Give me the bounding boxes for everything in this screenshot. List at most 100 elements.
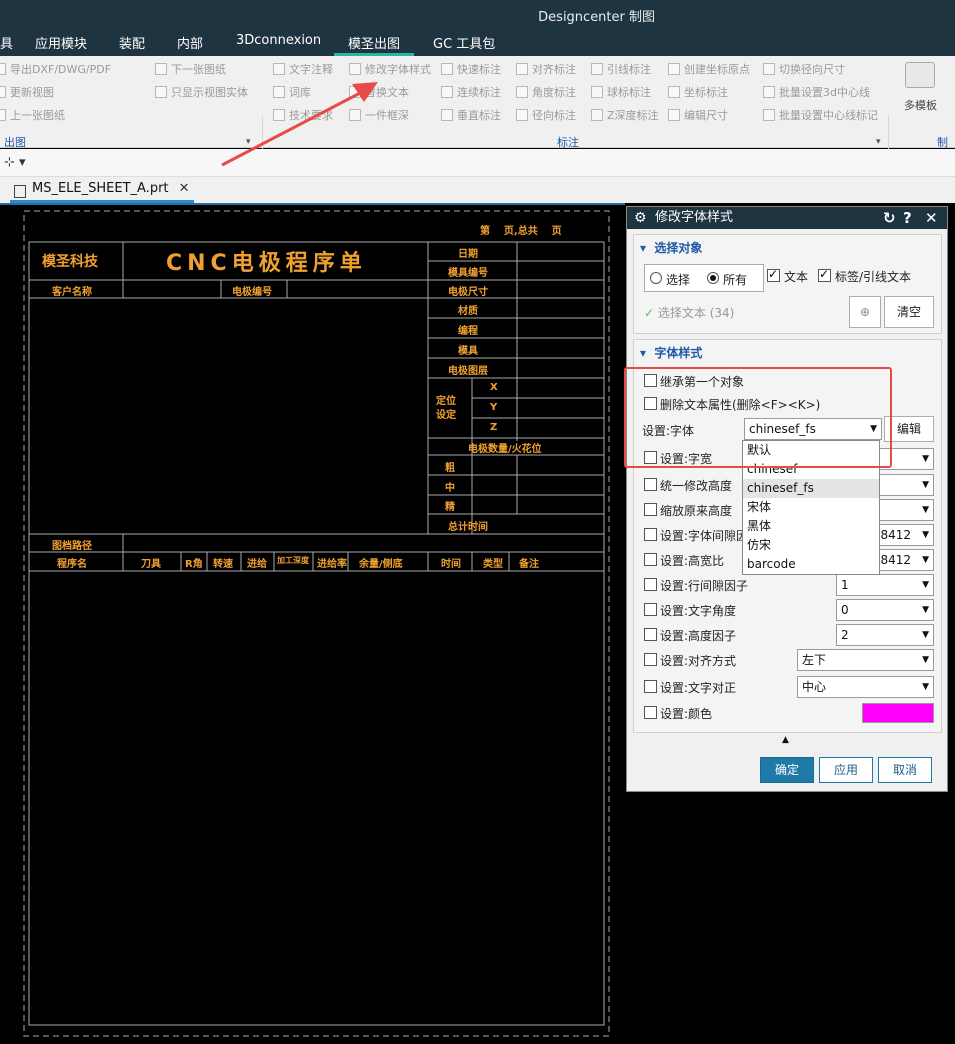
clear-button[interactable]: 清空	[884, 296, 934, 328]
reset-icon[interactable]: ↻	[883, 207, 896, 229]
aligned-icon	[516, 63, 528, 75]
drawing-canvas[interactable]: 第 页,总共 页 模圣科技 CNC电极程序单 客户名称 电极编号 日期 模具编号…	[0, 203, 625, 1042]
table-header-cell: 时间	[441, 559, 461, 570]
cancel-button[interactable]: 取消	[878, 757, 932, 783]
checkbox-inherit[interactable]	[644, 374, 657, 387]
font-style-header[interactable]: ▾ 字体样式	[640, 344, 702, 361]
checkbox-alignment[interactable]	[644, 653, 657, 666]
replace-text-button[interactable]: 替换文本	[349, 85, 409, 101]
font-option-songti[interactable]: 宋体	[743, 498, 879, 517]
aligned-dimension-button[interactable]: 对齐标注	[516, 62, 576, 78]
ok-button[interactable]: 确定	[760, 757, 814, 783]
tab-application[interactable]: 应用模块	[35, 33, 87, 56]
lexicon-button[interactable]: 词库	[273, 85, 311, 101]
close-tab-icon[interactable]: ✕	[179, 181, 190, 196]
color-swatch[interactable]	[862, 703, 934, 723]
font-style-icon	[349, 63, 361, 75]
show-view-entities-button[interactable]: 只显示视图实体	[155, 85, 248, 101]
batch-centerline-mark-button[interactable]: 批量设置中心线标记	[763, 108, 878, 124]
batch-3d-centerline-button[interactable]: 批量设置3d中心线	[763, 85, 870, 101]
checkbox-scale-height[interactable]	[644, 503, 657, 516]
checkbox-uniform-height[interactable]	[644, 478, 657, 491]
checkbox-height-factor[interactable]	[644, 628, 657, 641]
modify-font-style-button[interactable]: 修改字体样式	[349, 62, 431, 78]
font-label: 设置:字体	[642, 424, 695, 438]
tab-internal[interactable]: 内部	[177, 33, 203, 56]
tab-tools[interactable]: 具	[0, 33, 13, 56]
select-object-header[interactable]: ▾ 选择对象	[640, 239, 702, 256]
collapse-icon[interactable]: ▲	[782, 735, 789, 745]
crosshair-button[interactable]: ⊕	[849, 296, 881, 328]
alignment-select[interactable]: 左下 ▼	[797, 649, 934, 671]
checkbox-delete-attr[interactable]	[644, 397, 657, 410]
tech-requirements-button[interactable]: 技术要求	[273, 108, 333, 124]
font-option-fangsong[interactable]: 仿宋	[743, 536, 879, 555]
font-select[interactable]: chinesef_fs ▼	[744, 418, 882, 440]
check-icon: ✓	[644, 306, 655, 320]
font-option-heiti[interactable]: 黑体	[743, 517, 879, 536]
view-icon	[155, 86, 167, 98]
checkbox-justify[interactable]	[644, 680, 657, 693]
group-expand-icon-left[interactable]: ▾	[246, 134, 251, 150]
checkbox-aspect-ratio[interactable]	[644, 553, 657, 566]
angle-dimension-button[interactable]: 角度标注	[516, 85, 576, 101]
height-factor-input[interactable]: 2 ▼	[836, 624, 934, 646]
export-dxf-button[interactable]: 导出DXF/DWG/PDF	[0, 62, 111, 78]
balloon-button[interactable]: 球标标注	[591, 85, 651, 101]
coordinate-icon	[668, 86, 680, 98]
tab-3dconnexion[interactable]: 3Dconnexion	[236, 33, 321, 56]
checkbox-char-gap[interactable]	[644, 528, 657, 541]
spark-fine: 精	[445, 502, 455, 513]
multi-template-button[interactable]: 多模板	[904, 98, 937, 114]
radial-dimension-button[interactable]: 径向标注	[516, 108, 576, 124]
snap-icon[interactable]: ⊹ ▾	[4, 155, 26, 170]
font-option-chinesef[interactable]: chinesef	[743, 460, 879, 479]
checkbox-text-angle[interactable]	[644, 603, 657, 616]
checkbox-color[interactable]	[644, 706, 657, 719]
radio-select[interactable]	[650, 272, 662, 284]
next-sheet-button[interactable]: 下一张图纸	[155, 62, 226, 78]
row-electrode-size: 电极尺寸	[448, 287, 488, 298]
tab-assembly[interactable]: 装配	[119, 33, 145, 56]
line-gap-input[interactable]: 1 ▼	[836, 574, 934, 596]
text-angle-input[interactable]: 0 ▼	[836, 599, 934, 621]
radio-all[interactable]	[707, 272, 719, 284]
checkbox-label-leader[interactable]	[818, 267, 831, 282]
font-option-barcode[interactable]: barcode	[743, 555, 879, 574]
tab-mosheng-drawing[interactable]: 模圣出图	[334, 33, 415, 56]
row-material: 材质	[458, 306, 478, 317]
vertical-dimension-button[interactable]: 垂直标注	[441, 108, 501, 124]
edit-button[interactable]: 编辑	[884, 416, 934, 442]
tab-gc-toolkit[interactable]: GC 工具包	[433, 33, 495, 56]
replace-icon	[349, 86, 361, 98]
justify-select[interactable]: 中心 ▼	[797, 676, 934, 698]
balloon-icon	[591, 86, 603, 98]
select-text-button[interactable]: ✓ 选择文本 (34)	[644, 304, 734, 321]
group-expand-icon[interactable]: ▾	[876, 134, 881, 150]
file-tab[interactable]: MS_ELE_SHEET_A.prt ✕	[10, 179, 194, 203]
z-depth-dimension-button[interactable]: Z深度标注	[591, 108, 659, 124]
close-icon[interactable]: ✕	[925, 207, 938, 229]
apply-button[interactable]: 应用	[819, 757, 873, 783]
font-option-default[interactable]: 默认	[743, 441, 879, 460]
drawing-path: 图档路径	[52, 541, 92, 552]
switch-radial-button[interactable]: 切换径向尺寸	[763, 62, 845, 78]
chain-dimension-button[interactable]: 连续标注	[441, 85, 501, 101]
edit-dimension-button[interactable]: 编辑尺寸	[668, 108, 728, 124]
table-header-cell: 备注	[519, 559, 539, 570]
checkbox-text[interactable]	[767, 267, 780, 282]
update-view-button[interactable]: 更新视图	[0, 85, 54, 101]
chevron-down-icon: ▼	[870, 424, 877, 434]
prev-sheet-button[interactable]: 上一张图纸	[0, 108, 65, 124]
create-origin-button[interactable]: 创建坐标原点	[668, 62, 750, 78]
frame-depth-button[interactable]: 一件框深	[349, 108, 409, 124]
text-annotation-button[interactable]: 文字注释	[273, 62, 333, 78]
coordinate-dimension-button[interactable]: 坐标标注	[668, 85, 728, 101]
checkbox-line-gap[interactable]	[644, 578, 657, 591]
checkbox-char-width[interactable]	[644, 451, 657, 464]
help-icon[interactable]: ?	[903, 207, 912, 229]
leader-annotation-button[interactable]: 引线标注	[591, 62, 651, 78]
font-option-chinesef-fs[interactable]: chinesef_fs	[743, 479, 879, 498]
field-customer: 客户名称	[52, 287, 92, 298]
quick-dimension-button[interactable]: 快速标注	[441, 62, 501, 78]
